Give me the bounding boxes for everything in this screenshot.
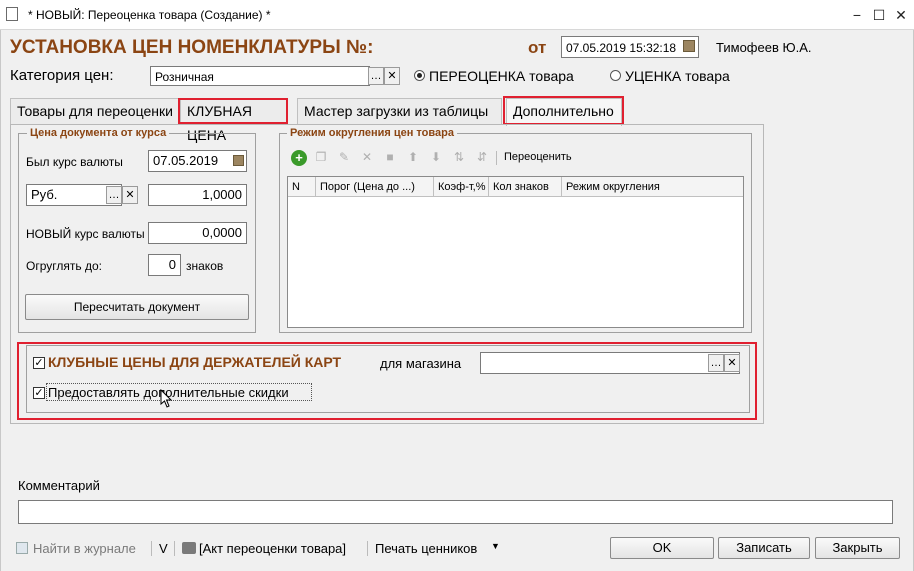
radio-reprice[interactable] [414,70,425,81]
rate-group-title: Цена документа от курса [27,127,170,139]
page-title: УСТАНОВКА ЦЕН НОМЕНКЛАТУРЫ №: [10,37,374,58]
price-category-clear-icon[interactable]: ✕ [384,67,400,85]
save-button-label: Записать [736,540,792,555]
maximize-button[interactable]: ☐ [870,6,888,24]
new-rate-label: НОВЫЙ курс валюты [26,227,145,241]
old-rate-label: Был курс валюты [26,155,123,169]
column-header-digits[interactable]: Кол знаков [489,177,562,197]
minimize-button[interactable]: − [848,6,866,24]
comment-label: Комментарий [18,478,100,493]
column-header-coefficient[interactable]: Коэф-т,% [434,177,489,197]
column-header-threshold[interactable]: Порог (Цена до ...) [316,177,434,197]
document-date-value: 07.05.2019 15:32:18 [566,41,677,55]
v-button[interactable]: V [159,541,168,556]
calendar-icon[interactable] [233,155,244,166]
club-prices-checkbox-label: КЛУБНЫЕ ЦЕНЫ ДЛЯ ДЕРЖАТЕЛЕЙ КАРТ [48,354,342,370]
print-act-link[interactable]: [Акт переоценки товара] [199,541,346,556]
ok-button[interactable]: OK [610,537,714,559]
store-select-button[interactable]: … [708,354,724,372]
radio-selected-dot-icon [417,73,422,78]
printer-icon[interactable] [182,542,196,554]
calendar-icon[interactable] [683,40,695,52]
tab-goods[interactable]: Товары для переоценки [10,98,182,124]
currency-clear-icon[interactable]: ✕ [122,186,138,204]
store-clear-icon[interactable]: ✕ [724,354,740,372]
delete-row-icon[interactable]: ✕ [360,150,374,164]
reprice-button[interactable]: Переоценить [504,151,572,163]
window-title: * НОВЫЙ: Переоценка товара (Создание) * [28,8,271,22]
save-button[interactable]: Записать [718,537,810,559]
price-category-field[interactable]: Розничная [150,66,370,86]
radio-markdown-label: УЦЕНКА товара [625,68,730,84]
old-rate-date-value: 07.05.2019 [153,153,219,168]
store-field[interactable] [480,352,740,374]
new-rate-value: 0,0000 [202,225,242,240]
recalculate-button-label: Пересчитать документ [73,300,201,314]
chevron-down-icon[interactable]: ▼ [491,541,500,551]
currency-value: Руб. [31,187,58,202]
print-price-tags-menu[interactable]: Печать ценников [375,541,477,556]
journal-icon [16,542,28,554]
tab-goods-label: Товары для переоценки [17,103,173,119]
round-digits-value: 0 [168,257,176,272]
add-row-icon[interactable]: + [291,150,307,166]
move-down-icon[interactable]: ⬇ [429,150,443,164]
close-button[interactable]: Закрыть [815,537,900,559]
old-rate-value-field[interactable]: 1,0000 [148,184,247,206]
radio-reprice-label: ПЕРЕОЦЕНКА товара [429,68,574,84]
sort-desc-icon[interactable]: ⇵ [475,150,489,164]
author-name: Тимофеев Ю.А. [716,40,812,55]
bottom-divider [174,541,175,556]
price-category-value: Розничная [155,70,214,84]
tab-import-wizard-label: Мастер загрузки из таблицы [304,103,489,119]
tab-additional-highlight [503,96,624,125]
document-icon [6,7,18,21]
price-category-label: Категория цен: [10,67,114,84]
recalculate-button[interactable]: Пересчитать документ [25,294,249,320]
document-date-field[interactable]: 07.05.2019 15:32:18 [561,36,699,58]
move-up-icon[interactable]: ⬆ [406,150,420,164]
rounding-group-title: Режим округления цен товара [287,127,457,139]
bottom-divider [151,541,152,556]
mouse-cursor-icon [160,389,173,408]
tab-club-price-highlight [178,98,288,124]
window-titlebar: * НОВЫЙ: Переоценка товара (Создание) * … [0,0,914,30]
close-button-label: Закрыть [832,540,883,555]
round-digits-field[interactable]: 0 [148,254,181,276]
round-unit-label: знаков [186,259,224,273]
sort-asc-icon[interactable]: ⇅ [452,150,466,164]
close-window-button[interactable]: ✕ [892,6,910,24]
toolbar-divider [496,151,497,165]
old-rate-value: 1,0000 [202,187,242,202]
tab-import-wizard[interactable]: Мастер загрузки из таблицы [297,98,502,124]
extra-discounts-checkbox[interactable]: ✓ [33,387,45,399]
currency-select-button[interactable]: … [106,186,122,204]
edit-row-icon[interactable]: ✎ [337,150,351,164]
rounding-table [287,176,744,328]
save-row-icon[interactable]: ■ [383,150,397,164]
ok-button-label: OK [652,540,672,555]
price-category-select-button[interactable]: … [368,67,384,85]
column-header-round-mode[interactable]: Режим округления [562,177,743,197]
bottom-divider [367,541,368,556]
comment-field[interactable] [18,500,893,524]
round-label: Огруглять до: [26,259,102,273]
store-label: для магазина [380,356,462,371]
radio-markdown[interactable] [610,70,621,81]
new-rate-value-field[interactable]: 0,0000 [148,222,247,244]
copy-row-icon[interactable]: ❐ [314,150,328,164]
column-header-n[interactable]: N [288,177,316,197]
club-prices-checkbox[interactable]: ✓ [33,357,45,369]
find-in-journal-link[interactable]: Найти в журнале [33,541,136,556]
date-from-label: от [528,38,547,57]
